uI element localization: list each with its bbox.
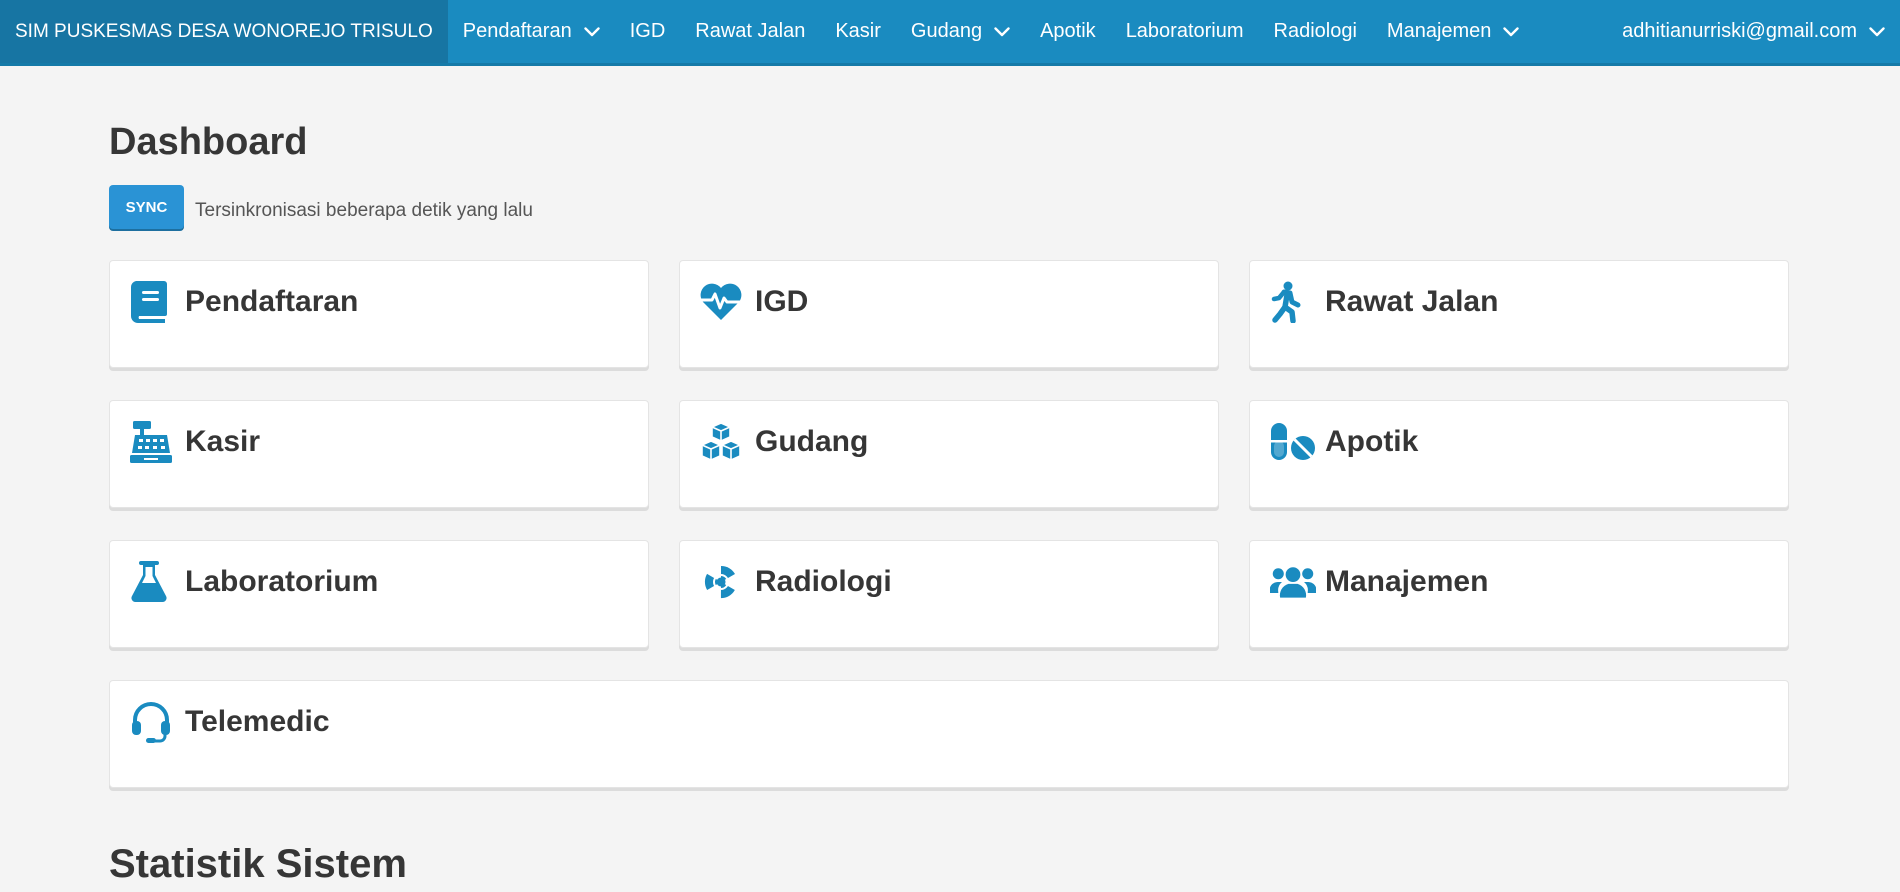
users-icon	[1270, 559, 1316, 605]
nav-item-label: Rawat Jalan	[695, 20, 806, 42]
user-email: adhitianurriski@gmail.com	[1622, 20, 1857, 42]
module-card-manajemen[interactable]: Manajemen	[1249, 540, 1789, 648]
flask-icon	[130, 559, 176, 605]
module-card-radiologi[interactable]: Radiologi	[679, 540, 1219, 648]
nav-item-pendaftaran[interactable]: Pendaftaran	[448, 0, 615, 63]
nav-item-manajemen[interactable]: Manajemen	[1372, 0, 1535, 63]
walking-icon	[1270, 279, 1316, 325]
user-menu[interactable]: adhitianurriski@gmail.com	[1607, 0, 1900, 63]
module-card-telemedic[interactable]: Telemedic	[109, 680, 1789, 788]
book-icon	[130, 279, 176, 325]
module-card-label: Rawat Jalan	[1325, 285, 1499, 318]
nav-item-label: Radiologi	[1273, 20, 1357, 42]
nav-item-label: Pendaftaran	[462, 20, 572, 42]
nav-item-radiologi[interactable]: Radiologi	[1259, 0, 1372, 63]
module-card-label: Gudang	[755, 425, 869, 458]
nav-item-laboratorium[interactable]: Laboratorium	[1111, 0, 1259, 63]
module-card-laboratorium[interactable]: Laboratorium	[109, 540, 649, 648]
module-card-apotik[interactable]: Apotik	[1249, 400, 1789, 508]
chevron-down-icon	[1503, 26, 1520, 37]
module-card-gudang[interactable]: Gudang	[679, 400, 1219, 508]
top-navbar: SIM PUSKESMAS DESA WONOREJO TRISULO Pend…	[0, 0, 1900, 66]
radiation-icon	[700, 559, 746, 605]
module-card-rawat-jalan[interactable]: Rawat Jalan	[1249, 260, 1789, 368]
nav-item-label: Kasir	[835, 20, 881, 42]
cash-register-icon	[130, 419, 176, 465]
app-brand[interactable]: SIM PUSKESMAS DESA WONOREJO TRISULO	[0, 0, 448, 63]
nav-item-kasir[interactable]: Kasir	[820, 0, 896, 63]
nav-item-gudang[interactable]: Gudang	[896, 0, 1025, 63]
module-card-label: Pendaftaran	[185, 285, 359, 318]
nav-item-rawat-jalan[interactable]: Rawat Jalan	[680, 0, 820, 63]
nav-menu: Pendaftaran IGD Rawat Jalan Kasir Gudang…	[448, 0, 1535, 63]
sync-row: SYNC Tersinkronisasi beberapa detik yang…	[109, 185, 533, 229]
module-card-label: IGD	[755, 285, 809, 318]
cubes-icon	[700, 419, 746, 465]
nav-item-apotik[interactable]: Apotik	[1025, 0, 1111, 63]
nav-item-label: Manajemen	[1386, 20, 1492, 42]
nav-item-label: Gudang	[910, 20, 983, 42]
module-card-label: Apotik	[1325, 425, 1419, 458]
nav-item-label: Apotik	[1040, 20, 1096, 42]
module-card-label: Telemedic	[185, 705, 330, 738]
heartbeat-icon	[700, 279, 746, 325]
sync-status: Tersinkronisasi beberapa detik yang lalu	[195, 200, 533, 221]
page-title: Dashboard	[109, 121, 308, 163]
nav-item-label: Laboratorium	[1125, 20, 1244, 42]
nav-item-label: IGD	[629, 20, 666, 42]
module-card-label: Kasir	[185, 425, 261, 458]
headset-icon	[130, 699, 176, 745]
module-card-label: Laboratorium	[185, 565, 379, 598]
chevron-down-icon	[1869, 26, 1885, 37]
module-card-kasir[interactable]: Kasir	[109, 400, 649, 508]
pills-icon	[1270, 419, 1316, 465]
module-card-label: Manajemen	[1325, 565, 1489, 598]
sync-button[interactable]: SYNC	[109, 185, 184, 229]
chevron-down-icon	[994, 26, 1010, 37]
module-card-igd[interactable]: IGD	[679, 260, 1219, 368]
statistics-title: Statistik Sistem	[109, 842, 407, 886]
module-card-pendaftaran[interactable]: Pendaftaran	[109, 260, 649, 368]
nav-item-igd[interactable]: IGD	[615, 0, 681, 63]
chevron-down-icon	[584, 26, 600, 37]
module-card-label: Radiologi	[755, 565, 892, 598]
